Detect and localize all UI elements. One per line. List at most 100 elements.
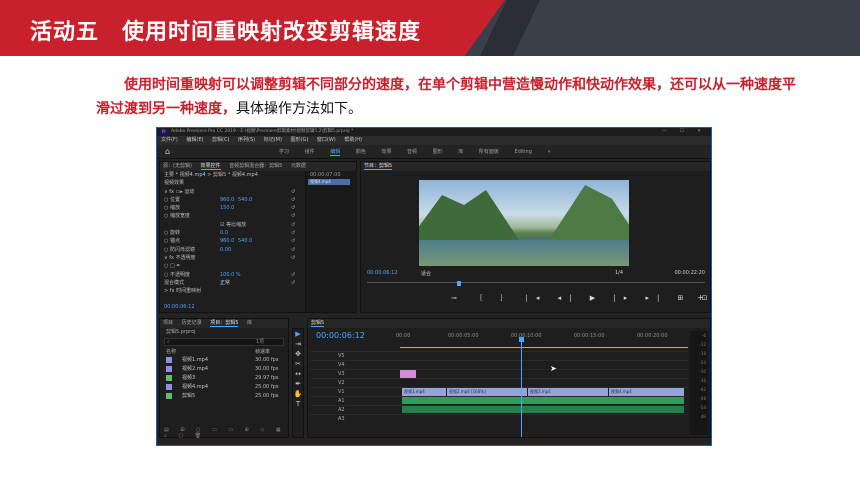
col-frame-rate[interactable]: 帧速率	[255, 348, 270, 356]
project-tabs: 项目 历史记录 项目：剪辑5 库	[160, 319, 288, 328]
track-select-tool-icon[interactable]: ⇥	[293, 339, 303, 349]
tab-project[interactable]: 项目	[163, 320, 173, 326]
resolution-select[interactable]: 1/4	[615, 270, 623, 276]
workspace-learn[interactable]: 学习	[279, 149, 289, 155]
ruler-tick: 00:00	[396, 333, 411, 339]
menu-marker[interactable]: 标记(M)	[264, 137, 282, 143]
tab-audio-mixer[interactable]: 音频剪辑混合器：剪辑5	[229, 163, 282, 169]
ripple-edit-tool-icon[interactable]: ✥	[293, 349, 303, 359]
track-v2[interactable]: V2	[310, 378, 688, 387]
project-file-name: 剪辑5.prproj	[166, 329, 196, 335]
ec-timecode: 00:00:06:12	[164, 303, 195, 310]
track-v3[interactable]: V3	[310, 369, 688, 378]
button-editor-icon[interactable]: +	[697, 293, 704, 302]
type-tool-icon[interactable]: T	[293, 399, 303, 409]
app-titlebar: Pr Adobe Premiere Pro CC 2019 - E:\视频\Pr…	[157, 128, 711, 136]
transport-controls[interactable]: ⊸ ｛ ｝ |◂ ◂| ▶ |▸ ▸| ⊞ ⊡ ◫ ⊕	[451, 293, 711, 303]
timeline-clip[interactable]: 视频2.mp4 [160%]	[447, 388, 527, 396]
workspace-editing-en[interactable]: Editing	[514, 149, 531, 155]
audio-clip[interactable]	[402, 397, 684, 404]
window-buttons[interactable]: — ☐ ✕	[662, 128, 707, 136]
intro-paragraph: 使用时间重映射可以调整剪辑不同部分的速度，在单个剪辑中营造慢动作和快动作效果，还…	[96, 73, 796, 121]
ruler-tick: 00:00:10:00	[511, 333, 542, 339]
track-a1[interactable]: A1	[310, 396, 688, 405]
premiere-logo-icon: Pr	[160, 129, 168, 135]
menu-file[interactable]: 文件(F)	[161, 137, 178, 143]
track-a3[interactable]: A3	[310, 414, 688, 423]
menu-edit[interactable]: 编辑(E)	[186, 137, 203, 143]
tab-effect-controls[interactable]: 效果控件	[200, 163, 221, 170]
home-icon[interactable]: ⌂	[165, 145, 170, 159]
workspace-color[interactable]: 颜色	[356, 149, 366, 155]
item-count: 1项	[256, 339, 265, 345]
tools-panel: ▶ ⇥ ✥ ✂ ↔ ✒ ✋ T	[292, 328, 304, 438]
program-timecode[interactable]: 00:00:06:12	[367, 270, 398, 276]
ruler-tick: 00:00:05:00	[448, 333, 479, 339]
menu-graphics[interactable]: 图形(G)	[291, 137, 309, 143]
tab-project-file[interactable]: 项目：剪辑5	[210, 320, 239, 327]
hand-tool-icon[interactable]: ✋	[293, 389, 303, 399]
tab-source[interactable]: 源：(无剪辑)	[163, 163, 192, 169]
track-a2[interactable]: A2	[310, 405, 688, 414]
tab-metadata[interactable]: 元数据	[291, 163, 306, 169]
tab-history[interactable]: 历史记录	[182, 320, 202, 326]
menu-window[interactable]: 窗口(W)	[317, 137, 336, 143]
workspace-more-icon[interactable]: »	[548, 149, 551, 155]
timeline-clip[interactable]: 视频3.mp4	[528, 388, 608, 396]
workspace-assembly[interactable]: 组件	[305, 149, 315, 155]
timeline-timecode[interactable]: 00:00:06:12	[316, 331, 365, 340]
intro-black-text: 具体操作方法如下。	[236, 101, 362, 117]
timeline-playhead[interactable]	[519, 337, 524, 437]
timeline-panel: 剪辑5 00:00:06:12 00:00 00:00:05:00 00:00:…	[307, 318, 711, 438]
search-icon: ⌕	[167, 339, 170, 345]
list-item[interactable]: 视频4.mp4 25.00 fps	[160, 383, 288, 392]
workspace-bar: ⌂ 学习 组件 编辑 颜色 效果 音频 图形 库 所有面板 Editing »	[157, 145, 711, 159]
workspace-audio[interactable]: 音频	[407, 149, 417, 155]
timeline-clip[interactable]: 视频4.mp4	[609, 388, 684, 396]
menu-clip[interactable]: 剪辑(C)	[212, 137, 229, 143]
zoom-select[interactable]: 适合	[421, 270, 431, 277]
program-monitor-panel: 节目：剪辑5 00:00:06:12 适合 1/4 00:00:22:20 ⊸ …	[360, 161, 711, 313]
audio-meter: -6 -12 -18 -24 -30 -36 -42 -48 -54 dB	[690, 331, 708, 435]
col-name[interactable]: 名称	[166, 349, 176, 355]
workspace-libraries[interactable]: 库	[458, 149, 463, 155]
workspace-all-panels[interactable]: 所有面板	[479, 149, 499, 155]
workspace-effects[interactable]: 效果	[381, 149, 391, 155]
program-playhead[interactable]	[457, 281, 461, 286]
track-v4[interactable]: V4	[310, 360, 688, 369]
timeline-clip[interactable]: 视频1.mp4	[402, 388, 446, 396]
workspace-editing[interactable]: 编辑	[330, 149, 341, 156]
list-item[interactable]: 视频2.mp4 30.00 fps	[160, 365, 288, 374]
menu-sequence[interactable]: 序列(S)	[238, 137, 255, 143]
selection-tool-icon[interactable]: ▶	[293, 329, 303, 339]
menu-help[interactable]: 帮助(H)	[344, 137, 362, 143]
header-banner: 活动五 使用时间重映射改变剪辑速度	[0, 0, 860, 56]
timeline-ruler[interactable]: 00:00 00:00:05:00 00:00:10:00 00:00:15:0…	[396, 333, 686, 343]
program-scrub-bar[interactable]	[367, 281, 705, 286]
list-item[interactable]: 剪辑5 25.00 fps	[160, 392, 288, 401]
video-preview	[419, 180, 629, 266]
tab-sequence[interactable]: 剪辑5	[311, 320, 325, 327]
audio-clip[interactable]	[402, 406, 684, 413]
tab-libraries[interactable]: 库	[247, 320, 252, 326]
track-v5[interactable]: V5	[310, 351, 688, 360]
ec-tl-clip[interactable]: 视频4.mp4	[308, 179, 350, 185]
ec-tl-time: 00:00:07:00	[310, 172, 341, 178]
intro-red-text: 使用时间重映射可以调整剪辑不同部分的速度，在单个剪辑中营造慢动作和快动作效果，还…	[96, 77, 796, 117]
timeline-clip[interactable]	[400, 370, 416, 378]
project-column-header: 名称 帧速率	[160, 348, 288, 356]
app-title: Adobe Premiere Pro CC 2019 - E:\视频\Premi…	[171, 129, 354, 134]
workspace-graphics[interactable]: 图形	[433, 149, 443, 155]
project-bottom-toolbar[interactable]: ▤ ⊞ ○ ▭ ▭ ⊕ ◇ ▦ ⌕ ▢ 🗑	[160, 427, 288, 439]
list-item[interactable]: 视频1.mp4 30.00 fps	[160, 356, 288, 365]
razor-tool-icon[interactable]: ✂	[293, 359, 303, 369]
tab-program[interactable]: 节目：剪辑5	[364, 163, 393, 170]
page-title: 活动五 使用时间重映射改变剪辑速度	[30, 20, 422, 45]
project-panel: 项目 历史记录 项目：剪辑5 库 剪辑5.prproj ⌕ 1项 名称 帧速率 视…	[159, 318, 289, 439]
list-item[interactable]: 视频3 29.97 fps	[160, 374, 288, 383]
program-duration: 00:00:22:20	[674, 270, 705, 276]
slip-tool-icon[interactable]: ↔	[293, 369, 303, 379]
pen-tool-icon[interactable]: ✒	[293, 379, 303, 389]
track-v1[interactable]: V1 视频1.mp4 视频2.mp4 [160%] 视频3.mp4 视频4.mp…	[310, 387, 688, 396]
project-search-input[interactable]: ⌕ 1项	[164, 338, 284, 346]
